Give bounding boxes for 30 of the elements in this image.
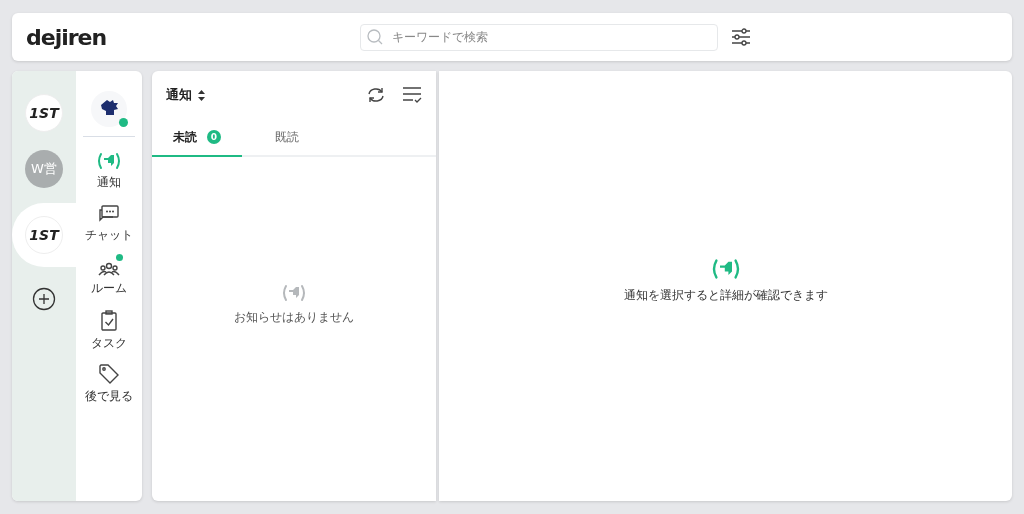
settings-icon[interactable] <box>731 28 751 46</box>
workspace-avatar: W営 <box>25 150 63 188</box>
panel-title: 通知 <box>166 86 192 104</box>
nav-item[interactable]: タスク <box>77 310 141 363</box>
nav-item[interactable]: チャット <box>77 204 141 257</box>
chat-icon <box>98 204 120 224</box>
tag-icon <box>98 363 120 385</box>
count-badge: 0 <box>207 130 221 144</box>
hint-message: 通知を選択すると詳細が確認できます <box>623 286 828 304</box>
logo[interactable]: dejiren <box>26 24 360 50</box>
workspace-logo: 1ST <box>25 216 63 254</box>
workspace-item[interactable]: 1ST <box>12 91 76 135</box>
search-icon <box>366 27 384 46</box>
sort-icon[interactable] <box>198 89 205 101</box>
nav-item[interactable]: 通知 <box>77 151 141 204</box>
tab[interactable]: 既読 <box>242 119 332 157</box>
clipboard-icon <box>99 310 119 332</box>
empty-message: お知らせはありません <box>234 308 354 326</box>
workspace-logo: 1ST <box>25 94 63 132</box>
refresh-icon[interactable] <box>366 86 386 104</box>
broadcast-icon <box>96 151 122 171</box>
search-field[interactable]: キーワードで検索 <box>360 23 718 51</box>
add-icon[interactable] <box>32 287 56 311</box>
nav-item[interactable]: ルーム <box>77 257 141 310</box>
tab[interactable]: 未読 0 <box>152 119 242 157</box>
broadcast-icon <box>281 282 307 303</box>
checklist-icon[interactable] <box>402 86 422 104</box>
workspace-item[interactable]: 1ST <box>12 203 76 267</box>
nav-item[interactable]: 後で見る <box>77 363 141 416</box>
user-avatar[interactable] <box>91 91 127 127</box>
